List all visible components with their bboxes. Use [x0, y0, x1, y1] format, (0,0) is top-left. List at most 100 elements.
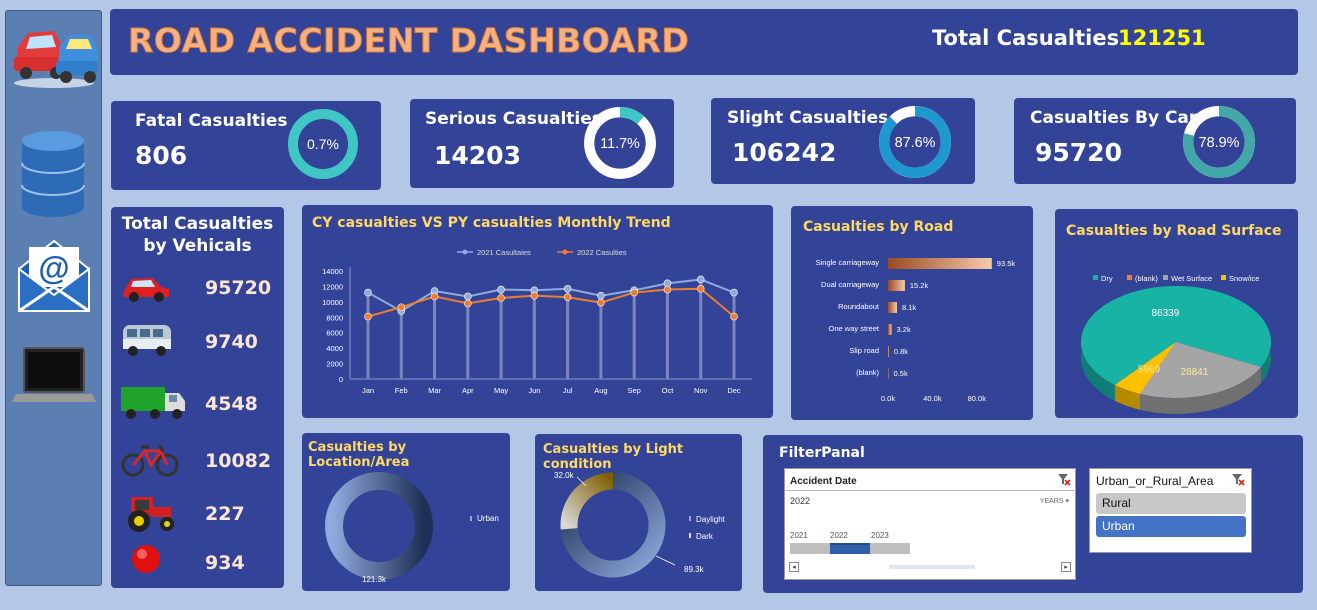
legend-label: Wet Surface — [1171, 274, 1212, 283]
x-tick-label: Aug — [594, 386, 607, 395]
timeline-bar[interactable] — [790, 543, 910, 554]
data-point — [563, 284, 572, 293]
monthly-trend-chart: 2021 Casultaies 2022 Casulties 0 2000 4000 60… — [322, 248, 752, 395]
legend-marker — [462, 249, 468, 255]
chart-title: Casualties by Road — [803, 219, 954, 235]
legend-swatch — [689, 533, 691, 538]
data-point — [730, 312, 738, 321]
kpi-slight: Slight Casualties 106242 87.6% — [711, 98, 975, 184]
kpi-title: Slight Casualties — [727, 108, 889, 128]
donut-value-arc — [619, 107, 645, 125]
x-tick-label: 40.0k — [923, 394, 942, 403]
x-tick-label: Mar — [428, 386, 441, 395]
year-2022[interactable]: 2022 — [830, 531, 848, 540]
vehicle-count: 227 — [205, 503, 245, 525]
car-icon — [123, 278, 169, 302]
road-surface-pie: Dry (blank) Wet Surface Snow/ice 86339 28841 5… — [1081, 274, 1271, 414]
kpi-value: 14203 — [434, 141, 521, 170]
laptop-icon[interactable] — [12, 346, 96, 408]
data-point — [730, 288, 738, 297]
vehicle-count: 934 — [205, 552, 245, 574]
pie-data-label: 28841 — [1180, 367, 1208, 378]
database-icon[interactable] — [18, 129, 88, 221]
legend-swatch — [470, 516, 472, 521]
kpi-serious: Serious Casualties 14203 11.7% — [410, 99, 674, 188]
area-option-urban[interactable]: Urban — [1096, 516, 1246, 537]
clear-filter-icon[interactable] — [1057, 473, 1071, 486]
kpi-donut: 0.7% — [288, 109, 358, 179]
leader-line — [655, 555, 676, 566]
legend-swatch — [1221, 275, 1226, 280]
year-2023[interactable]: 2023 — [871, 531, 889, 540]
vehicles-title-line1: Total Casualties — [121, 214, 274, 234]
category-label: Dual carriageway — [821, 280, 879, 289]
area-option-rural[interactable]: Rural — [1096, 493, 1246, 514]
series-line — [367, 278, 735, 313]
kpi-car: Casualties By Car 95720 78.9% — [1014, 98, 1296, 184]
legend-swatch — [1127, 275, 1132, 280]
other-icon — [132, 545, 160, 573]
year-2021[interactable]: 2021 — [790, 531, 808, 540]
y-tick-label: 0 — [339, 375, 343, 384]
data-point — [597, 291, 605, 300]
kpi-donut: 78.9% — [1183, 106, 1255, 178]
scroll-left-button[interactable]: ◂ — [789, 562, 799, 572]
scroll-right-button[interactable]: ▸ — [1061, 562, 1071, 572]
bar — [888, 258, 992, 269]
legend-label: Dark — [696, 532, 714, 541]
legend-label: Dry — [1101, 274, 1113, 283]
data-label: 3.2k — [897, 325, 911, 334]
y-tick-label: 8000 — [326, 313, 343, 322]
vehicles-title: Total Casualties by Vehicals — [111, 213, 284, 257]
date-mode-select[interactable]: YEARS ▾ — [1040, 497, 1069, 505]
legend-label: Urban — [477, 514, 499, 523]
divider — [785, 490, 1075, 491]
data-point — [464, 292, 472, 301]
donut-percent-label: 0.7% — [307, 136, 339, 152]
legend-swatch — [1163, 275, 1168, 280]
data-point — [563, 293, 572, 302]
x-tick-label: Dec — [727, 386, 741, 395]
tractor-icon — [128, 497, 174, 532]
kpi-value: 806 — [135, 141, 188, 170]
sidebar: @ — [5, 10, 102, 586]
data-point — [464, 299, 472, 308]
pie-data-label: 86339 — [1151, 308, 1179, 319]
email-icon[interactable]: @ — [17, 239, 91, 315]
chart-title: CY casualties VS PY casualties Monthly T… — [312, 215, 671, 231]
donut-data-label: 32.0k — [554, 471, 575, 480]
date-slicer[interactable]: Accident Date 2022 YEARS ▾ 2021 2022 202… — [784, 468, 1076, 580]
data-point — [364, 312, 372, 321]
total-casualties-label: Total Casualties — [932, 26, 1120, 50]
kpi-value: 106242 — [732, 138, 837, 167]
date-mode-label: YEARS — [1039, 498, 1064, 505]
category-label: Slip road — [849, 346, 879, 355]
category-label: One way street — [829, 324, 880, 333]
filter-panel: FilterPanal Accident Date 2022 YEARS ▾ 2… — [763, 435, 1303, 593]
donut-percent-label: 11.7% — [600, 136, 640, 152]
vehicle-count: 9740 — [205, 331, 258, 353]
data-point — [397, 303, 406, 312]
timeline-selected-2022[interactable] — [830, 543, 870, 554]
donut-percent-label: 87.6% — [895, 135, 936, 151]
data-point — [364, 288, 372, 297]
data-label: 15.2k — [910, 281, 929, 290]
kpi-donut: 87.6% — [879, 106, 951, 178]
data-point — [597, 298, 605, 307]
area-slicer[interactable]: Urban_or_Rural_Area Rural Urban — [1089, 468, 1252, 553]
filter-title: FilterPanal — [779, 445, 865, 461]
data-label: 93.5k — [997, 259, 1016, 268]
y-tick-label: 10000 — [322, 298, 343, 307]
clear-filter-icon[interactable] — [1231, 473, 1245, 486]
data-point — [530, 291, 539, 300]
timeline-scrollbar[interactable] — [889, 565, 975, 569]
kpi-title: Serious Casualties — [425, 109, 602, 129]
category-label: (blank) — [856, 368, 879, 377]
cars-icon[interactable] — [8, 15, 100, 91]
x-tick-label: Nov — [694, 386, 708, 395]
x-tick-label: Feb — [395, 386, 408, 395]
category-label: Roundabout — [838, 302, 880, 311]
y-tick-label: 6000 — [326, 329, 343, 338]
svg-text:@: @ — [38, 250, 69, 286]
x-tick-label: Sep — [628, 386, 641, 395]
